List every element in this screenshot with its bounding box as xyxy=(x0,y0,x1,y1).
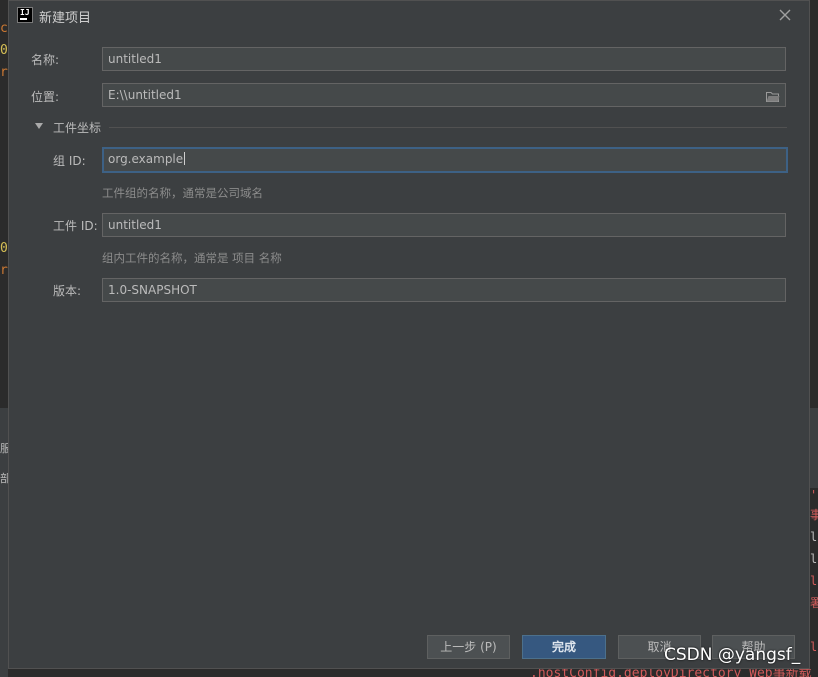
bg-code-fragment: l xyxy=(810,574,818,588)
bg-code-fragment: ' xyxy=(810,488,818,502)
bg-code-fragment: r xyxy=(0,65,8,80)
group-id-input-value: org.example xyxy=(108,152,184,166)
section-divider xyxy=(109,127,787,128)
version-label: 版本: xyxy=(53,284,82,298)
name-input-value: untitled1 xyxy=(108,52,162,66)
name-input[interactable]: untitled1 xyxy=(102,47,786,71)
dialog-titlebar[interactable]: IJ 新建项目 xyxy=(9,1,809,31)
background-tool-panel: 服 部 xyxy=(0,408,11,677)
background-editor-left: c 0' r 0' r 服 部 xyxy=(0,0,16,677)
artifact-coordinates-section: 工件坐标 xyxy=(35,118,787,138)
group-id-input[interactable]: org.example xyxy=(102,147,788,173)
finish-button[interactable]: 完成 xyxy=(522,635,606,659)
version-input[interactable]: 1.0-SNAPSHOT xyxy=(102,278,786,302)
background-editor-bottom: .hostConfig.deployDirectory Web事新载 xyxy=(510,669,818,677)
background-editor-right: ' 事 l l l 署 l xyxy=(810,0,818,677)
name-label: 名称: xyxy=(31,53,60,67)
background-tool-panel xyxy=(810,408,818,488)
bg-code-fragment: l xyxy=(810,552,818,566)
folder-icon[interactable] xyxy=(766,88,780,102)
app-icon-text: IJ xyxy=(20,8,30,17)
location-input-value: E:\\untitled1 xyxy=(108,88,182,102)
group-id-label: 组 ID: xyxy=(53,154,86,168)
artifact-id-input[interactable]: untitled1 xyxy=(102,213,786,237)
bg-code-fragment: l xyxy=(810,640,818,654)
collapse-arrow-icon[interactable] xyxy=(35,123,43,129)
artifact-id-label: 工件 ID: xyxy=(53,219,98,233)
folder-icon-glyph xyxy=(766,92,780,102)
new-project-dialog: IJ 新建项目 名称: untitled1 位置: E:\\untitled1 … xyxy=(8,0,810,669)
artifact-id-input-value: untitled1 xyxy=(108,218,162,232)
bg-code-fragment: 事 xyxy=(810,508,818,522)
location-input[interactable]: E:\\untitled1 xyxy=(102,83,786,107)
bg-code-fragment: 署 xyxy=(810,596,818,610)
app-icon-bar xyxy=(20,18,27,20)
watermark: CSDN @yangsf_ xyxy=(664,645,801,665)
bg-code-fragment: l xyxy=(810,530,818,544)
close-icon-glyph xyxy=(779,9,791,21)
bg-code-fragment: c xyxy=(0,21,8,36)
group-id-hint: 工件组的名称，通常是公司域名 xyxy=(102,186,263,200)
bg-code-fragment: r xyxy=(0,263,8,278)
artifact-id-hint: 组内工件的名称，通常是 项目 名称 xyxy=(102,251,282,265)
version-input-value: 1.0-SNAPSHOT xyxy=(108,283,197,297)
close-icon[interactable] xyxy=(775,5,795,25)
text-caret xyxy=(184,152,186,165)
section-title: 工件坐标 xyxy=(53,121,102,135)
bg-code-line: .hostConfig.deployDirectory Web事新载 xyxy=(530,669,812,677)
location-label: 位置: xyxy=(31,90,60,104)
previous-button[interactable]: 上一步 (P) xyxy=(427,635,510,659)
dialog-title: 新建项目 xyxy=(39,11,92,26)
intellij-app-icon: IJ xyxy=(17,7,33,23)
